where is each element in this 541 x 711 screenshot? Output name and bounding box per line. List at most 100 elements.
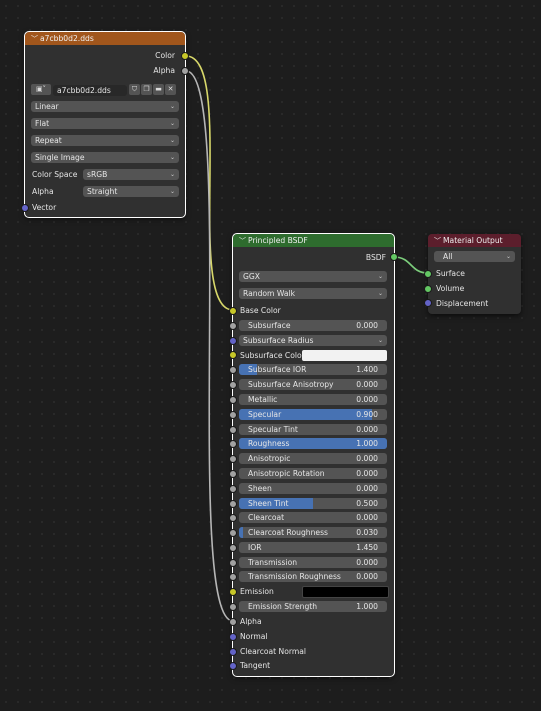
slider-subsurface-ior[interactable]: Subsurface IOR 1.400 bbox=[239, 364, 387, 375]
projection-dropdown[interactable]: Flat ⌄ bbox=[31, 118, 179, 129]
slider-transmission-roughness[interactable]: Transmission Roughness 0.000 bbox=[239, 571, 387, 582]
socket-anisotropic-rotation-in[interactable] bbox=[229, 470, 237, 478]
output-target-dropdown[interactable]: All ⌄ bbox=[434, 251, 515, 262]
socket-surface-in[interactable] bbox=[424, 270, 432, 278]
slider-label: Transmission Roughness bbox=[248, 572, 341, 581]
output-node-header[interactable]: ﹀ Material Output bbox=[428, 234, 521, 247]
slider-value: 1.000 bbox=[356, 439, 378, 448]
slider-value: 0.500 bbox=[356, 499, 378, 508]
socket-metallic-in[interactable] bbox=[229, 396, 237, 404]
output-alpha-label: Alpha bbox=[153, 66, 175, 75]
slider-value: 0.000 bbox=[356, 558, 378, 567]
socket-sheen-tint-in[interactable] bbox=[229, 500, 237, 508]
socket-roughness-in[interactable] bbox=[229, 440, 237, 448]
unlink-close-icon[interactable]: ✕ bbox=[165, 84, 176, 95]
socket-clearcoat-roughness-in[interactable] bbox=[229, 529, 237, 537]
chevron-down-icon: ⌄ bbox=[169, 103, 175, 110]
subsurface-method-dropdown[interactable]: Random Walk ⌄ bbox=[239, 288, 387, 299]
socket-clearcoat-normal-in[interactable] bbox=[229, 648, 237, 656]
socket-specular-in[interactable] bbox=[229, 411, 237, 419]
output-node-title: Material Output bbox=[443, 236, 503, 245]
chevron-down-icon: ⌄ bbox=[377, 290, 383, 297]
color-space-dropdown[interactable]: sRGB ⌄ bbox=[83, 169, 179, 180]
image-node-title: a7cbb0d2.dds bbox=[40, 34, 94, 43]
slider-value: 0.000 bbox=[356, 321, 378, 330]
open-folder-icon[interactable]: ▬ bbox=[153, 84, 164, 95]
socket-transmission-roughness-in[interactable] bbox=[229, 573, 237, 581]
fake-user-shield-icon[interactable]: ⛉ bbox=[129, 84, 140, 95]
input-surface-label: Surface bbox=[436, 269, 465, 278]
slider-clearcoat[interactable]: Clearcoat 0.000 bbox=[239, 512, 387, 523]
emission-strength-slider[interactable]: Emission Strength 1.000 bbox=[239, 601, 387, 612]
alpha-mode-dropdown[interactable]: Straight ⌄ bbox=[83, 186, 179, 197]
socket-base-color-in[interactable] bbox=[229, 307, 237, 315]
socket-displacement-in[interactable] bbox=[424, 299, 432, 307]
slider-subsurface[interactable]: Subsurface 0.000 bbox=[239, 320, 387, 331]
slider-value: 0.000 bbox=[356, 513, 378, 522]
slider-sheen-tint[interactable]: Sheen Tint 0.500 bbox=[239, 498, 387, 509]
socket-transmission-in[interactable] bbox=[229, 559, 237, 567]
socket-normal-in[interactable] bbox=[229, 633, 237, 641]
slider-clearcoat-roughness[interactable]: Clearcoat Roughness 0.030 bbox=[239, 527, 387, 538]
socket-alpha-in[interactable] bbox=[229, 618, 237, 626]
slider-roughness[interactable]: Roughness 1.000 bbox=[239, 438, 387, 449]
slider-value: 1.450 bbox=[356, 543, 378, 552]
output-color-label: Color bbox=[155, 51, 175, 60]
socket-subsurface-ior-in[interactable] bbox=[229, 366, 237, 374]
output-bsdf-label: BSDF bbox=[365, 253, 386, 262]
socket-tangent-in[interactable] bbox=[229, 662, 237, 670]
collapse-chevron-icon[interactable]: ﹀ bbox=[239, 235, 248, 247]
distribution-dropdown[interactable]: GGX ⌄ bbox=[239, 271, 387, 282]
socket-specular-tint-in[interactable] bbox=[229, 426, 237, 434]
image-browse-button[interactable]: ▣˅ bbox=[31, 84, 51, 95]
source-dropdown[interactable]: Single Image ⌄ bbox=[31, 152, 179, 163]
socket-color-out[interactable] bbox=[181, 52, 189, 60]
socket-anisotropic-in[interactable] bbox=[229, 455, 237, 463]
slider-anisotropic[interactable]: Anisotropic 0.000 bbox=[239, 453, 387, 464]
socket-ior-in[interactable] bbox=[229, 544, 237, 552]
slider-fill bbox=[239, 527, 244, 538]
socket-volume-in[interactable] bbox=[424, 285, 432, 293]
material-output-node[interactable]: ﹀ Material Output All ⌄ Surface Volume Dis… bbox=[428, 234, 521, 314]
image-name-field[interactable]: a7cbb0d2.dds bbox=[53, 85, 127, 96]
slider-metallic[interactable]: Metallic 0.000 bbox=[239, 394, 387, 405]
principled-bsdf-node[interactable]: ﹀ Principled BSDF BSDF GGX ⌄ Random Walk ⌄ … bbox=[232, 233, 395, 677]
collapse-chevron-icon[interactable]: ﹀ bbox=[434, 235, 443, 247]
slider-specular[interactable]: Specular 0.900 bbox=[239, 409, 387, 420]
socket-alpha-out[interactable] bbox=[181, 67, 189, 75]
socket-clearcoat-in[interactable] bbox=[229, 514, 237, 522]
socket-subsurface-in[interactable] bbox=[229, 322, 237, 330]
slider-label: Transmission bbox=[248, 558, 298, 567]
slider-label: Metallic bbox=[248, 395, 278, 404]
socket-subsurface-anisotropy-in[interactable] bbox=[229, 381, 237, 389]
slider-subsurface-anisotropy[interactable]: Subsurface Anisotropy 0.000 bbox=[239, 379, 387, 390]
slider-anisotropic-rotation[interactable]: Anisotropic Rotation 0.000 bbox=[239, 468, 387, 479]
slider-ior[interactable]: IOR 1.450 bbox=[239, 542, 387, 553]
socket-emission-strength-in[interactable] bbox=[229, 603, 237, 611]
slider-specular-tint[interactable]: Specular Tint 0.000 bbox=[239, 424, 387, 435]
wire-bsdf-to-surface[interactable] bbox=[393, 256, 429, 274]
collapse-chevron-icon[interactable]: ﹀ bbox=[31, 33, 40, 45]
image-texture-node[interactable]: ﹀ a7cbb0d2.dds Color Alpha ▣˅ a7cbb0d2.dd… bbox=[24, 31, 186, 218]
subsurface-color-swatch[interactable] bbox=[302, 350, 387, 361]
slider-transmission[interactable]: Transmission 0.000 bbox=[239, 557, 387, 568]
subsurface-radius-dropdown[interactable]: Subsurface Radius ⌄ bbox=[239, 335, 387, 346]
bsdf-node-header[interactable]: ﹀ Principled BSDF bbox=[233, 234, 394, 247]
socket-vector-in[interactable] bbox=[21, 204, 29, 212]
image-node-header[interactable]: ﹀ a7cbb0d2.dds bbox=[25, 32, 185, 45]
extension-dropdown[interactable]: Repeat ⌄ bbox=[31, 135, 179, 146]
slider-sheen[interactable]: Sheen 0.000 bbox=[239, 483, 387, 494]
duplicate-icon[interactable]: ❐ bbox=[141, 84, 152, 95]
chevron-down-icon: ⌄ bbox=[169, 137, 175, 144]
input-vector-label: Vector bbox=[32, 203, 57, 212]
socket-emission-in[interactable] bbox=[229, 588, 237, 596]
slider-label: Anisotropic Rotation bbox=[248, 469, 325, 478]
emission-color-swatch[interactable] bbox=[302, 586, 389, 598]
slider-label: Anisotropic bbox=[248, 454, 291, 463]
interpolation-dropdown[interactable]: Linear ⌄ bbox=[31, 101, 179, 112]
socket-bsdf-out[interactable] bbox=[390, 253, 398, 261]
input-subsurface-color-label: Subsurface Color bbox=[240, 351, 305, 360]
socket-sheen-in[interactable] bbox=[229, 485, 237, 493]
socket-subsurface-color-in[interactable] bbox=[229, 351, 237, 359]
socket-subsurface-radius-in[interactable] bbox=[229, 337, 237, 345]
